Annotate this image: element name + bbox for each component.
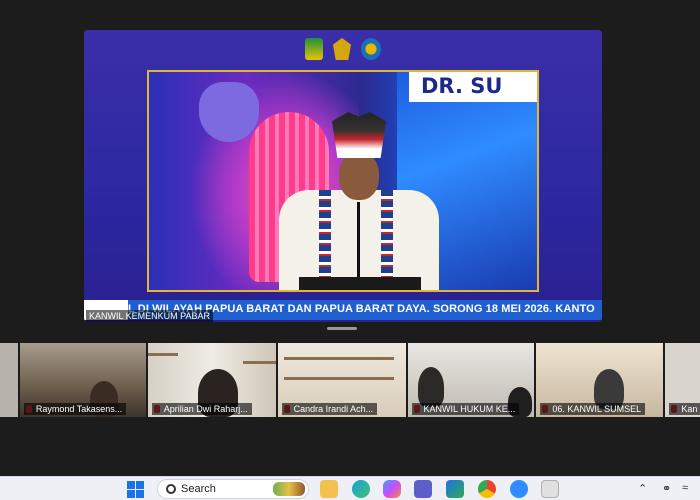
store-icon[interactable]	[446, 480, 464, 498]
bookshelf	[242, 361, 276, 364]
seal-icon	[361, 38, 381, 60]
taskbar-search[interactable]: Search	[157, 479, 309, 499]
participant-name: KANWIL HUKUM KE...	[411, 403, 520, 415]
participant-video	[417, 367, 444, 407]
participant-name: Aprilian Dwi Raharj...	[151, 403, 252, 415]
participant-name: Kan	[669, 403, 700, 415]
resize-handle[interactable]	[327, 327, 357, 330]
chevron-up-icon[interactable]: ⌃	[638, 482, 647, 495]
speaker-scarf-left	[319, 190, 331, 285]
podium	[299, 277, 421, 290]
edge-browser-icon[interactable]	[352, 480, 370, 498]
file-explorer-icon[interactable]	[320, 480, 338, 498]
chrome-icon[interactable]	[478, 480, 496, 498]
participant-name: Raymond Takasens...	[23, 403, 127, 415]
participant-name: 06. KANWIL SUMSEL	[540, 403, 646, 415]
participant-tile[interactable]: Candra Irandi Ach...	[277, 343, 406, 417]
participant-tile[interactable]: KANWIL HUKUM KE...	[407, 343, 535, 417]
shared-video-stage[interactable]: DR. SU L DI WILAYAH PAPUA BARAT DAN PAPU…	[84, 30, 602, 322]
search-label: Search	[181, 483, 216, 495]
participant-tile[interactable]: 06. KANWIL SUMSEL	[536, 343, 664, 417]
teams-icon[interactable]	[414, 480, 432, 498]
event-logos	[84, 38, 602, 60]
snipping-tool-icon[interactable]	[541, 480, 559, 498]
participant-name: Candra Irandi Ach...	[281, 403, 378, 415]
search-icon	[166, 484, 176, 494]
sculpture-face	[199, 82, 259, 142]
participant-tile[interactable]: Kan	[665, 343, 700, 417]
backdrop-banner: DR. SU	[409, 72, 537, 102]
speaker-video: DR. SU	[147, 70, 539, 292]
windows-start-icon[interactable]	[126, 480, 144, 498]
backdrop-banner-text: DR. SU	[421, 74, 503, 98]
active-speaker-label: KANWIL KEMENKUM PABAR	[86, 310, 214, 322]
bookshelf	[283, 377, 394, 380]
taskbar: Search ⌃ ⚭ ≈	[0, 476, 700, 500]
emblem-icon	[305, 38, 323, 60]
scales-icon	[333, 38, 351, 60]
participant-tile[interactable]: Aprilian Dwi Raharj...	[147, 343, 276, 417]
participant-tile[interactable]: Raymond Takasens...	[19, 343, 146, 417]
speaker-scarf-right	[381, 190, 393, 285]
participant-tile[interactable]	[0, 343, 18, 417]
participant-strip: Raymond Takasens... Aprilian Dwi Raharj.…	[0, 343, 700, 417]
bookshelf	[147, 353, 178, 356]
speaker-headdress	[332, 112, 386, 158]
zoom-icon[interactable]	[510, 480, 528, 498]
bookshelf	[283, 357, 394, 360]
wifi-icon[interactable]: ≈	[682, 482, 688, 494]
search-highlight-icon	[273, 482, 305, 496]
copilot-icon[interactable]	[383, 480, 401, 498]
microphone	[357, 202, 360, 282]
network-icon[interactable]: ⚭	[662, 482, 671, 495]
speaker-head	[339, 152, 379, 200]
